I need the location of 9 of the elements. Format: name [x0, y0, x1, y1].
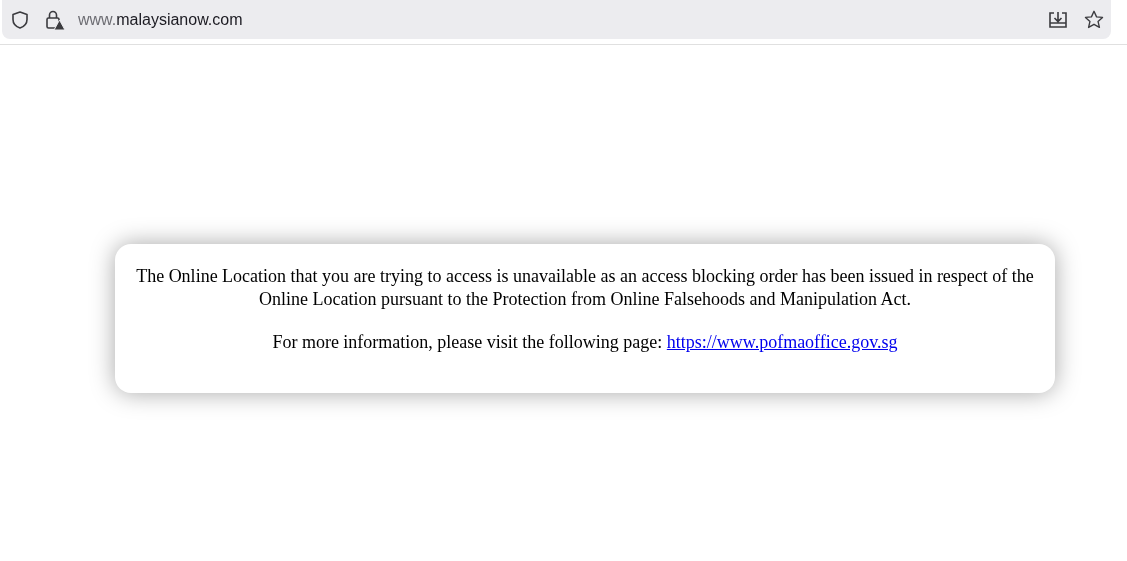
shield-icon[interactable]	[10, 9, 30, 30]
star-icon[interactable]	[1083, 8, 1105, 31]
info-text: For more information, please visit the following page: https://www.pofmaoffice.gov.sg	[272, 331, 898, 354]
download-icon[interactable]	[1047, 9, 1069, 30]
address-bar[interactable]: www.malaysianow.com	[2, 0, 1111, 39]
info-link[interactable]: https://www.pofmaoffice.gov.sg	[666, 332, 898, 352]
url-text[interactable]: www.malaysianow.com	[78, 7, 243, 32]
lock-warning-icon[interactable]	[44, 8, 66, 31]
notice-message: The Online Location that you are trying to access is unavailable as an access blocking order has been issued in respect of the Online Location pursuant to the Protection from Online Falsehoods and Manipulation Act.	[135, 265, 1035, 311]
